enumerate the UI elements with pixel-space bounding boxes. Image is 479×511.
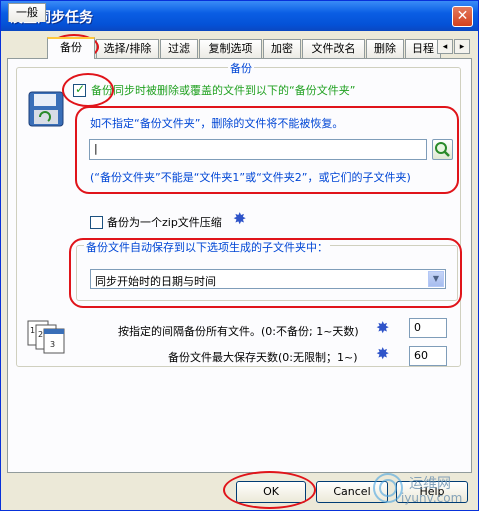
title-bar[interactable]: 设置同步任务 ✕ (1, 1, 478, 31)
watermark: 运维网 iyunv.com (371, 471, 471, 509)
tab-backup[interactable]: 备份 (47, 37, 95, 59)
tab-schedule[interactable]: 日程 (405, 39, 441, 58)
magnifier-icon (435, 142, 450, 157)
tab-scroll-right-icon[interactable]: ▸ (454, 39, 470, 54)
tab-copy-options[interactable]: 复制选项 (199, 39, 262, 58)
backup-enable-checkbox[interactable] (73, 82, 86, 97)
subfolder-select-value: 同步开始时的日期与时间 (95, 275, 216, 288)
tab-delete[interactable]: 删除 (366, 39, 404, 58)
ok-button[interactable]: OK (236, 481, 306, 503)
floppy-disk-icon (28, 91, 64, 127)
tab-filter[interactable]: 过滤 (160, 39, 198, 58)
backup-enable-label[interactable]: 备份同步时被删除或覆盖的文件到以下的“备份文件夹” (91, 82, 355, 98)
watermark-logo-icon (373, 473, 403, 503)
zip-label[interactable]: 备份为一个zip文件压缩 (107, 214, 222, 230)
watermark-text-en: iyunv.com (401, 491, 463, 505)
backup-folder-input[interactable]: | (89, 139, 427, 160)
calendar-pages-icon: 1 2 3 (26, 319, 66, 355)
interval-info-icon[interactable]: ✸ (376, 320, 389, 336)
backup-group-caption: 备份 (228, 60, 254, 76)
subfolder-select[interactable]: 同步开始时的日期与时间 ▼ (90, 269, 446, 289)
browse-folder-button[interactable] (432, 139, 453, 160)
tab-select-exclude[interactable]: 选择/排除 (96, 39, 159, 58)
tab-encrypt[interactable]: 加密 (263, 39, 301, 58)
chevron-down-icon[interactable]: ▼ (428, 271, 444, 287)
svg-text:2: 2 (38, 330, 43, 339)
tab-scroll-arrows: ◂ ▸ (437, 39, 473, 55)
svg-text:1: 1 (30, 326, 35, 335)
close-button[interactable]: ✕ (452, 6, 473, 27)
tab-general[interactable]: 一般 (8, 3, 46, 22)
max-days-input[interactable]: 60 (409, 346, 447, 366)
backup-hint-text: 如不指定“备份文件夹”，删除的文件将不能被恢复。 (90, 117, 344, 130)
interval-input[interactable]: 0 (409, 318, 447, 338)
tab-panel: 备份 备份同步时被删除或覆盖的文件到以下的“备份文件夹” 如不指定“备份文件夹”… (7, 58, 472, 473)
interval-label: 按指定的间隔备份所有文件。(0:不备份; 1~天数) (118, 325, 359, 338)
subfolder-group-caption: 备份文件自动保存到以下选项生成的子文件夹中： (84, 239, 330, 255)
watermark-text-cn: 运维网 (409, 476, 451, 492)
dialog-window: 设置同步任务 ✕ 一般 备份 选择/排除 过滤 复制选项 加密 文件改名 删除 … (0, 0, 479, 511)
svg-text:3: 3 (50, 340, 55, 349)
tab-rename[interactable]: 文件改名 (302, 39, 365, 58)
max-days-label: 备份文件最大保存天数(0:无限制；1~) (168, 351, 358, 364)
backup-folder-note: (“备份文件夹”不能是“文件夹1”或“文件夹2”，或它们的子文件夹) (90, 171, 411, 184)
tab-scroll-left-icon[interactable]: ◂ (437, 39, 453, 54)
zip-checkbox[interactable] (90, 216, 103, 229)
info-star-icon[interactable]: ✸ (233, 211, 246, 227)
max-days-info-icon[interactable]: ✸ (376, 346, 389, 362)
